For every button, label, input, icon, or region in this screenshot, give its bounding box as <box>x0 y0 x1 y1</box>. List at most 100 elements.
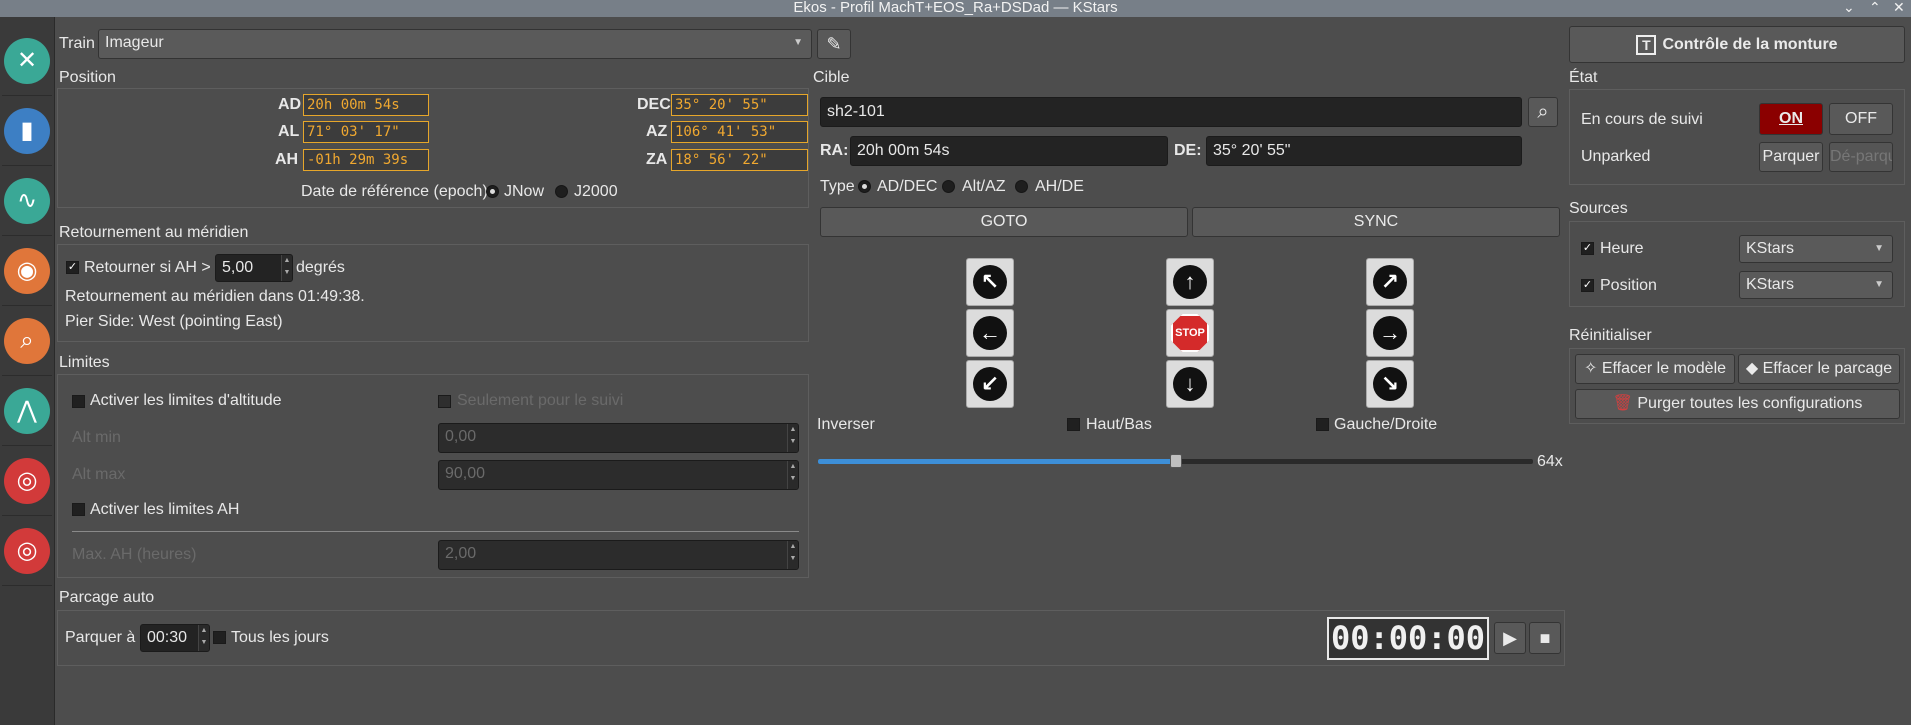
flip-status: Retournement au méridien dans 01:49:38. <box>65 288 365 305</box>
tracking-only-checkbox[interactable] <box>438 395 451 408</box>
ra-label: RA: <box>820 142 849 159</box>
ah-limits-checkbox[interactable] <box>72 503 85 516</box>
flip-value-spinbox[interactable]: 5,00 ▲ ▼ <box>215 254 293 282</box>
type-addec-radio[interactable] <box>858 180 871 193</box>
tracking-only-label: Seulement pour le suivi <box>457 392 624 409</box>
spin-arrows-icon[interactable]: ▲ ▼ <box>787 541 798 569</box>
sidebar-item-analyze[interactable]: ∿ <box>2 166 52 236</box>
epoch-label: Date de référence (epoch) <box>301 183 488 200</box>
j2000-radio[interactable] <box>555 185 568 198</box>
clear-model-label: Effacer le modèle <box>1601 360 1727 377</box>
arrow-southwest-icon: ↙ <box>973 367 1007 401</box>
move-southeast-button[interactable]: ↘ <box>1366 360 1414 408</box>
mount-control-button[interactable]: T Contrôle de la monture <box>1569 26 1905 63</box>
limits-title: Limites <box>59 354 110 371</box>
unpark-button[interactable]: Dé-parquer <box>1829 142 1893 172</box>
find-target-button[interactable]: ⌕ <box>1528 97 1558 127</box>
play-icon: ▶ <box>1503 628 1517 648</box>
ad-label: AD <box>278 96 302 113</box>
every-day-checkbox[interactable] <box>213 631 226 644</box>
park-button[interactable]: Parquer <box>1759 142 1823 172</box>
stop-icon: ■ <box>1539 628 1551 648</box>
train-value: Imageur <box>105 34 164 51</box>
spin-arrows-icon[interactable]: ▲ ▼ <box>281 255 292 281</box>
alt-max-spinbox[interactable]: 90,00 ▲ ▼ <box>438 460 799 490</box>
eraser-icon: ◆ <box>1745 360 1759 377</box>
maximize-icon[interactable]: ⌃ <box>1869 0 1881 14</box>
alt-min-spinbox[interactable]: 0,00 ▲ ▼ <box>438 423 799 453</box>
move-north-button[interactable]: ↑ <box>1166 258 1214 306</box>
tracking-off-button[interactable]: OFF <box>1829 103 1893 135</box>
ah-limits-label: Activer les limites AH <box>90 501 240 518</box>
purge-label: Purger toutes les configurations <box>1637 395 1863 412</box>
sidebar-item-focus[interactable]: ⌕ <box>2 306 52 376</box>
za-label: ZA <box>646 151 668 168</box>
move-southwest-button[interactable]: ↙ <box>966 360 1014 408</box>
reverse-updown-label: Haut/Bas <box>1086 416 1152 433</box>
tracking-label: En cours de suivi <box>1581 111 1703 128</box>
sidebar-item-scheduler[interactable]: ▮ <box>2 96 52 166</box>
position-source-checkbox[interactable]: ✓ <box>1581 279 1594 292</box>
position-source-combo[interactable]: KStars ▼ <box>1739 271 1893 299</box>
train-combo[interactable]: Imageur ▼ <box>98 29 812 59</box>
move-south-button[interactable]: ↓ <box>1166 360 1214 408</box>
pencil-icon: ✎ <box>826 34 842 54</box>
ra-input[interactable]: 20h 00m 54s <box>850 136 1168 166</box>
sync-button[interactable]: SYNC <box>1192 207 1560 237</box>
type-ahde-radio[interactable] <box>1015 180 1028 193</box>
clear-park-button[interactable]: ◆ Effacer le parcage <box>1738 354 1900 384</box>
move-west-button[interactable]: ← <box>966 309 1014 357</box>
stop-park-timer-button[interactable]: ■ <box>1529 622 1561 654</box>
az-label: AZ <box>646 123 668 140</box>
stop-motion-button[interactable]: STOP <box>1166 309 1214 357</box>
state-title: État <box>1569 69 1598 86</box>
max-ah-value: 2,00 <box>445 545 477 562</box>
target-name-input[interactable]: sh2-101 <box>820 97 1522 127</box>
reverse-updown-checkbox[interactable] <box>1067 418 1080 431</box>
max-ah-spinbox[interactable]: 2,00 ▲ ▼ <box>438 540 799 570</box>
alt-limits-checkbox[interactable] <box>72 395 85 408</box>
sources-title: Sources <box>1569 200 1628 217</box>
reverse-leftright-checkbox[interactable] <box>1316 418 1329 431</box>
move-northwest-button[interactable]: ↖ <box>966 258 1014 306</box>
chevron-down-icon: ▼ <box>793 37 803 48</box>
goto-button[interactable]: GOTO <box>820 207 1188 237</box>
target-icon: ◎ <box>4 457 50 504</box>
type-altaz-radio[interactable] <box>942 180 955 193</box>
sidebar-item-align[interactable]: ◎ <box>2 446 52 516</box>
za-readout: 18° 56' 22" <box>671 149 808 171</box>
sidebar-item-mount[interactable]: ⋀ <box>2 376 52 446</box>
sidebar-item-guide[interactable]: ◎ <box>2 516 52 586</box>
trash-icon: 🗑 <box>1612 395 1633 412</box>
de-input[interactable]: 35° 20' 55" <box>1206 136 1522 166</box>
spin-arrows-icon[interactable]: ▲ ▼ <box>198 625 209 651</box>
edit-train-button[interactable]: ✎ <box>817 29 851 59</box>
sidebar-item-setup[interactable]: ✕ <box>2 26 52 96</box>
flip-checkbox[interactable]: ✓ <box>66 261 79 274</box>
speed-slider-track[interactable] <box>818 454 1533 468</box>
purge-config-button[interactable]: 🗑 Purger toutes les configurations <box>1575 389 1900 419</box>
minimize-icon[interactable]: ⌄ <box>1843 0 1855 14</box>
jnow-label: JNow <box>504 183 545 200</box>
speed-slider-handle[interactable] <box>1169 454 1182 468</box>
spin-arrows-icon[interactable]: ▲ ▼ <box>787 461 798 489</box>
park-at-label: Parquer à <box>65 629 136 646</box>
jnow-radio[interactable] <box>486 185 499 198</box>
sidebar-item-capture[interactable]: ◉ <box>2 236 52 306</box>
tracking-on-button[interactable]: ON <box>1759 103 1823 135</box>
spin-arrows-icon[interactable]: ▲ ▼ <box>787 424 798 452</box>
move-northeast-button[interactable]: ↗ <box>1366 258 1414 306</box>
time-source-combo[interactable]: KStars ▼ <box>1739 235 1893 263</box>
time-source-label: Heure <box>1600 240 1644 257</box>
meridian-title: Retournement au méridien <box>59 224 249 241</box>
park-time-spinbox[interactable]: 00:30 ▲ ▼ <box>140 624 210 652</box>
ah-label: AH <box>275 151 299 168</box>
j2000-label: J2000 <box>574 183 618 200</box>
time-source-checkbox[interactable]: ✓ <box>1581 242 1594 255</box>
train-label: Train <box>59 35 95 52</box>
clear-model-button[interactable]: ✧ Effacer le modèle <box>1575 354 1735 384</box>
every-day-label: Tous les jours <box>231 629 329 646</box>
move-east-button[interactable]: → <box>1366 309 1414 357</box>
start-park-timer-button[interactable]: ▶ <box>1494 622 1526 654</box>
close-icon[interactable]: ✕ <box>1893 0 1905 14</box>
